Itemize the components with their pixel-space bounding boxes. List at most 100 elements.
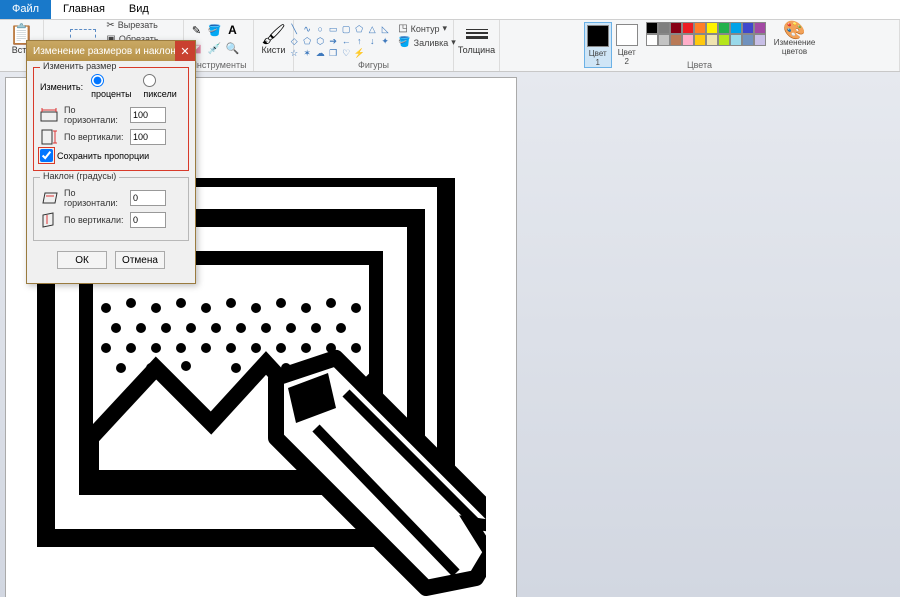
resize-fieldset: Изменить размер Изменить: проценты пиксе… <box>33 67 189 171</box>
keep-aspect-checkbox[interactable] <box>40 149 53 162</box>
fill-button[interactable]: 🪣Заливка▾ <box>395 36 459 49</box>
color-swatch[interactable] <box>706 34 718 46</box>
scissors-icon: ✂ <box>106 20 114 31</box>
shape-star5-icon[interactable]: ☆ <box>288 48 300 59</box>
color-swatch[interactable] <box>694 22 706 34</box>
tab-home[interactable]: Главная <box>51 0 117 19</box>
close-button[interactable]: ✕ <box>175 41 195 61</box>
color-swatch[interactable] <box>670 34 682 46</box>
fill-icon[interactable]: 🪣 <box>207 22 223 38</box>
pixels-radio[interactable]: пиксели <box>143 74 182 99</box>
shape-curve-icon[interactable]: ∿ <box>301 24 313 35</box>
resize-h-input[interactable] <box>130 107 166 123</box>
dialog-title-text: Изменение размеров и наклона <box>33 46 182 57</box>
tab-file[interactable]: Файл <box>0 0 51 19</box>
shape-roundrect-icon[interactable]: ▢ <box>340 24 352 35</box>
color-swatch[interactable] <box>646 22 658 34</box>
color-swatch[interactable] <box>706 22 718 34</box>
chevron-down-icon: ▾ <box>443 23 448 34</box>
shape-arrow-d-icon[interactable]: ↓ <box>366 36 378 47</box>
cancel-button[interactable]: Отмена <box>115 251 165 269</box>
color-swatch[interactable] <box>718 22 730 34</box>
color-swatch[interactable] <box>742 22 754 34</box>
ribbon-group-shapes: ╲ ∿ ○ ▭ ▢ ⬠ △ ◺ ◇ ⬠ ⬡ ➔ ← ↑ ↓ ✦ ☆ ✶ ☁ ❐ <box>294 20 454 71</box>
skew-v-input[interactable] <box>130 212 166 228</box>
shape-line-icon[interactable]: ╲ <box>288 24 300 35</box>
palette-icon: 🎨 <box>786 22 802 38</box>
close-icon: ✕ <box>180 45 189 58</box>
resize-vertical-icon <box>40 129 58 145</box>
resize-horizontal-icon <box>40 107 58 123</box>
menu-tabs: Файл Главная Вид <box>0 0 900 20</box>
pencil-icon[interactable]: ✎ <box>189 22 205 38</box>
color-swatch[interactable] <box>694 34 706 46</box>
thickness-button[interactable]: Толщина <box>459 22 495 56</box>
resize-by-label: Изменить: <box>40 82 83 92</box>
ok-button[interactable]: ОК <box>57 251 107 269</box>
color1-button[interactable]: Цвет 1 <box>584 22 612 68</box>
skew-fieldset: Наклон (градусы) По горизонтали: По верт… <box>33 177 189 241</box>
color-palette <box>646 22 766 46</box>
color-swatch[interactable] <box>730 34 742 46</box>
color2-button[interactable]: Цвет 2 <box>614 22 640 66</box>
cut-button[interactable]: ✂Вырезать <box>103 19 161 32</box>
tab-view[interactable]: Вид <box>117 0 161 19</box>
outline-button[interactable]: ◳Контур▾ <box>395 22 459 35</box>
shape-arrow-u-icon[interactable]: ↑ <box>353 36 365 47</box>
shape-callout2-icon[interactable]: ❐ <box>327 48 339 59</box>
color-swatch[interactable] <box>730 22 742 34</box>
brushes-button[interactable]: 🖌 Кисти <box>256 22 292 56</box>
shape-callout-icon[interactable]: ☁ <box>314 48 326 59</box>
shape-heart-icon[interactable]: ♡ <box>340 48 352 59</box>
color-swatch[interactable] <box>754 22 766 34</box>
color-swatch[interactable] <box>754 34 766 46</box>
dialog-titlebar[interactable]: Изменение размеров и наклона ✕ <box>27 41 195 61</box>
shape-star4-icon[interactable]: ✦ <box>379 36 391 47</box>
shape-polygon-icon[interactable]: ⬠ <box>353 24 365 35</box>
shapes-gallery[interactable]: ╲ ∿ ○ ▭ ▢ ⬠ △ ◺ ◇ ⬠ ⬡ ➔ ← ↑ ↓ ✦ ☆ ✶ ☁ ❐ <box>288 24 391 59</box>
color-swatch[interactable] <box>718 34 730 46</box>
outline-icon: ◳ <box>398 23 407 34</box>
shape-triangle-icon[interactable]: △ <box>366 24 378 35</box>
shape-diamond-icon[interactable]: ◇ <box>288 36 300 47</box>
shape-hexagon-icon[interactable]: ⬡ <box>314 36 326 47</box>
ribbon-group-thickness: Толщина <box>454 20 500 71</box>
color-swatch[interactable] <box>742 34 754 46</box>
shape-arrow-r-icon[interactable]: ➔ <box>327 36 339 47</box>
skew-h-input[interactable] <box>130 190 166 206</box>
thickness-icon <box>463 23 491 45</box>
zoom-icon[interactable]: 🔍 <box>225 40 241 56</box>
thickness-label: Толщина <box>458 45 495 55</box>
skew-h-label: По горизонтали: <box>64 188 124 208</box>
keep-aspect-label: Сохранить пропорции <box>57 151 149 161</box>
resize-skew-dialog: Изменение размеров и наклона ✕ Изменить … <box>26 40 196 284</box>
percent-radio[interactable]: проценты <box>91 74 135 99</box>
shapes-group-label: Фигуры <box>358 60 389 70</box>
color1-swatch <box>587 25 609 47</box>
shape-rtriangle-icon[interactable]: ◺ <box>379 24 391 35</box>
text-icon[interactable]: A <box>225 22 241 38</box>
resize-v-input[interactable] <box>130 129 166 145</box>
brushes-label: Кисти <box>262 45 286 55</box>
shape-oval-icon[interactable]: ○ <box>314 24 326 35</box>
shape-lightning-icon[interactable]: ⚡ <box>353 48 365 59</box>
resize-v-label: По вертикали: <box>64 132 124 142</box>
shape-arrow-l-icon[interactable]: ← <box>340 36 352 47</box>
color2-swatch <box>616 24 638 46</box>
skew-legend: Наклон (градусы) <box>40 171 119 181</box>
tools-group-label: Инструменты <box>190 60 246 70</box>
skew-horizontal-icon <box>40 190 58 206</box>
color-swatch[interactable] <box>682 34 694 46</box>
resize-legend: Изменить размер <box>40 61 119 71</box>
color-swatch[interactable] <box>658 34 670 46</box>
color-swatch[interactable] <box>646 34 658 46</box>
color-swatch[interactable] <box>670 22 682 34</box>
edit-colors-button[interactable]: 🎨 Изменение цветов <box>774 22 816 56</box>
shape-pentagon-icon[interactable]: ⬠ <box>301 36 313 47</box>
picker-icon[interactable]: 💉 <box>207 40 223 56</box>
shape-star6-icon[interactable]: ✶ <box>301 48 313 59</box>
color-swatch[interactable] <box>658 22 670 34</box>
bucket-icon: 🪣 <box>398 37 410 48</box>
shape-rect-icon[interactable]: ▭ <box>327 24 339 35</box>
color-swatch[interactable] <box>682 22 694 34</box>
